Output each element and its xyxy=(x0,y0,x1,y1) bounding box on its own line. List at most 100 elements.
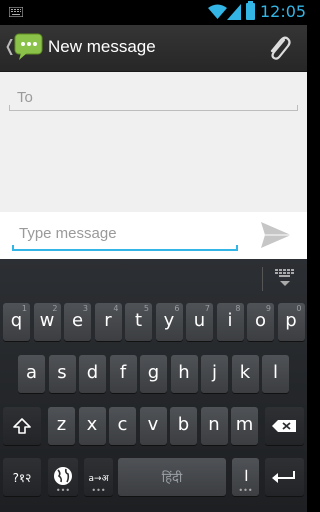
key-p[interactable]: p0 xyxy=(277,303,305,341)
key-y-hint: 6 xyxy=(174,304,180,313)
key-o[interactable]: o9 xyxy=(247,303,274,341)
keyboard-top-bar xyxy=(0,259,307,297)
key-e-label: e xyxy=(71,310,84,331)
period-key-label: । xyxy=(242,465,249,486)
key-v-label: v xyxy=(147,414,159,435)
key-n[interactable]: n xyxy=(200,407,228,445)
key-g-label: g xyxy=(147,362,160,383)
key-b-label: b xyxy=(177,414,190,435)
key-p-hint: 0 xyxy=(296,304,302,313)
shift-icon xyxy=(13,418,31,434)
symbols-key[interactable]: ?१२ xyxy=(3,458,41,496)
key-l[interactable]: l xyxy=(262,355,289,393)
key-y[interactable]: y6 xyxy=(155,303,183,341)
status-clock: 12:05 xyxy=(260,2,307,21)
key-m[interactable]: m xyxy=(231,407,258,445)
key-x-label: x xyxy=(86,414,98,435)
transliteration-key-label: a→अ xyxy=(88,474,109,484)
divider xyxy=(262,267,263,291)
key-w-label: w xyxy=(39,310,55,331)
message-bar: Type message xyxy=(0,212,307,259)
key-u-label: u xyxy=(193,310,206,331)
key-u[interactable]: u7 xyxy=(186,303,213,341)
message-input[interactable]: Type message xyxy=(12,220,238,251)
compose-area: To xyxy=(0,72,307,212)
space-key-label: हिंदी xyxy=(161,471,183,486)
key-s[interactable]: s xyxy=(48,355,76,393)
recipient-field[interactable]: To xyxy=(9,83,298,111)
key-n-label: n xyxy=(208,414,220,435)
status-bar: 12:05 xyxy=(0,0,307,25)
page-title: New message xyxy=(48,37,156,56)
key-i[interactable]: i8 xyxy=(216,303,244,341)
enter-icon xyxy=(272,471,295,483)
key-t-label: t xyxy=(134,310,143,331)
key-z[interactable]: z xyxy=(48,407,75,445)
recipient-placeholder: To xyxy=(17,89,33,106)
key-l-label: l xyxy=(272,362,278,383)
key-t[interactable]: t5 xyxy=(125,303,152,341)
more-dots-icon: ••• xyxy=(238,486,253,495)
key-j[interactable]: j xyxy=(201,355,228,393)
key-c[interactable]: c xyxy=(109,407,136,445)
key-z-label: z xyxy=(56,414,67,435)
key-i-label: i xyxy=(227,310,233,331)
battery-icon xyxy=(246,1,255,20)
key-e[interactable]: e3 xyxy=(64,303,91,341)
key-t-hint: 5 xyxy=(143,304,149,313)
key-d-label: d xyxy=(86,362,99,383)
key-w-hint: 2 xyxy=(52,304,58,313)
key-f-label: f xyxy=(119,362,127,383)
wifi-icon xyxy=(208,4,227,19)
notification-icon xyxy=(9,7,23,17)
key-k[interactable]: k xyxy=(231,355,259,393)
key-s-label: s xyxy=(57,362,67,383)
keyboard: q1w2e3r4t5y6u7i8o9p0 asdfghjkl zxcvbnm ?… xyxy=(0,259,307,512)
paperclip-icon[interactable] xyxy=(266,34,292,62)
message-placeholder: Type message xyxy=(19,225,117,242)
key-v[interactable]: v xyxy=(139,407,167,445)
key-r[interactable]: r4 xyxy=(94,303,122,341)
language-key[interactable]: ••• xyxy=(48,458,78,496)
key-d[interactable]: d xyxy=(79,355,106,393)
signal-icon xyxy=(227,4,241,20)
period-key[interactable]: । ••• xyxy=(232,458,259,496)
backspace-key[interactable] xyxy=(265,407,304,445)
key-b[interactable]: b xyxy=(170,407,197,445)
key-o-label: o xyxy=(254,310,266,331)
key-p-label: p xyxy=(285,310,297,331)
key-a[interactable]: a xyxy=(18,355,45,393)
globe-icon xyxy=(54,467,72,485)
key-j-label: j xyxy=(211,362,217,383)
action-bar: ❬ New message xyxy=(0,25,307,72)
key-u-hint: 7 xyxy=(204,304,210,313)
key-q-label: q xyxy=(10,310,23,331)
more-dots-icon: ••• xyxy=(55,486,71,495)
shift-key[interactable] xyxy=(3,407,41,445)
key-q-hint: 1 xyxy=(21,304,27,313)
space-key[interactable]: हिंदी xyxy=(118,458,226,496)
key-f[interactable]: f xyxy=(109,355,137,393)
symbols-key-label: ?१२ xyxy=(12,471,32,485)
key-a-label: a xyxy=(25,362,38,383)
send-icon[interactable] xyxy=(260,221,292,249)
transliteration-key[interactable]: a→अ ••• xyxy=(84,458,113,496)
key-r-hint: 4 xyxy=(113,304,119,313)
more-dots-icon: ••• xyxy=(91,486,106,495)
key-h[interactable]: h xyxy=(170,355,198,393)
key-k-label: k xyxy=(239,362,251,383)
key-e-hint: 3 xyxy=(82,304,88,313)
key-o-hint: 9 xyxy=(265,304,271,313)
key-q[interactable]: q1 xyxy=(3,303,30,341)
key-m-label: m xyxy=(235,414,254,435)
backspace-icon xyxy=(272,420,296,432)
key-g[interactable]: g xyxy=(140,355,167,393)
hide-keyboard-icon[interactable] xyxy=(274,268,296,288)
key-w[interactable]: w2 xyxy=(33,303,61,341)
key-y-label: y xyxy=(163,310,175,331)
enter-key[interactable] xyxy=(265,458,304,496)
key-c-label: c xyxy=(117,414,128,435)
key-x[interactable]: x xyxy=(78,407,106,445)
messaging-app-icon[interactable] xyxy=(14,32,43,61)
key-h-label: h xyxy=(178,362,190,383)
